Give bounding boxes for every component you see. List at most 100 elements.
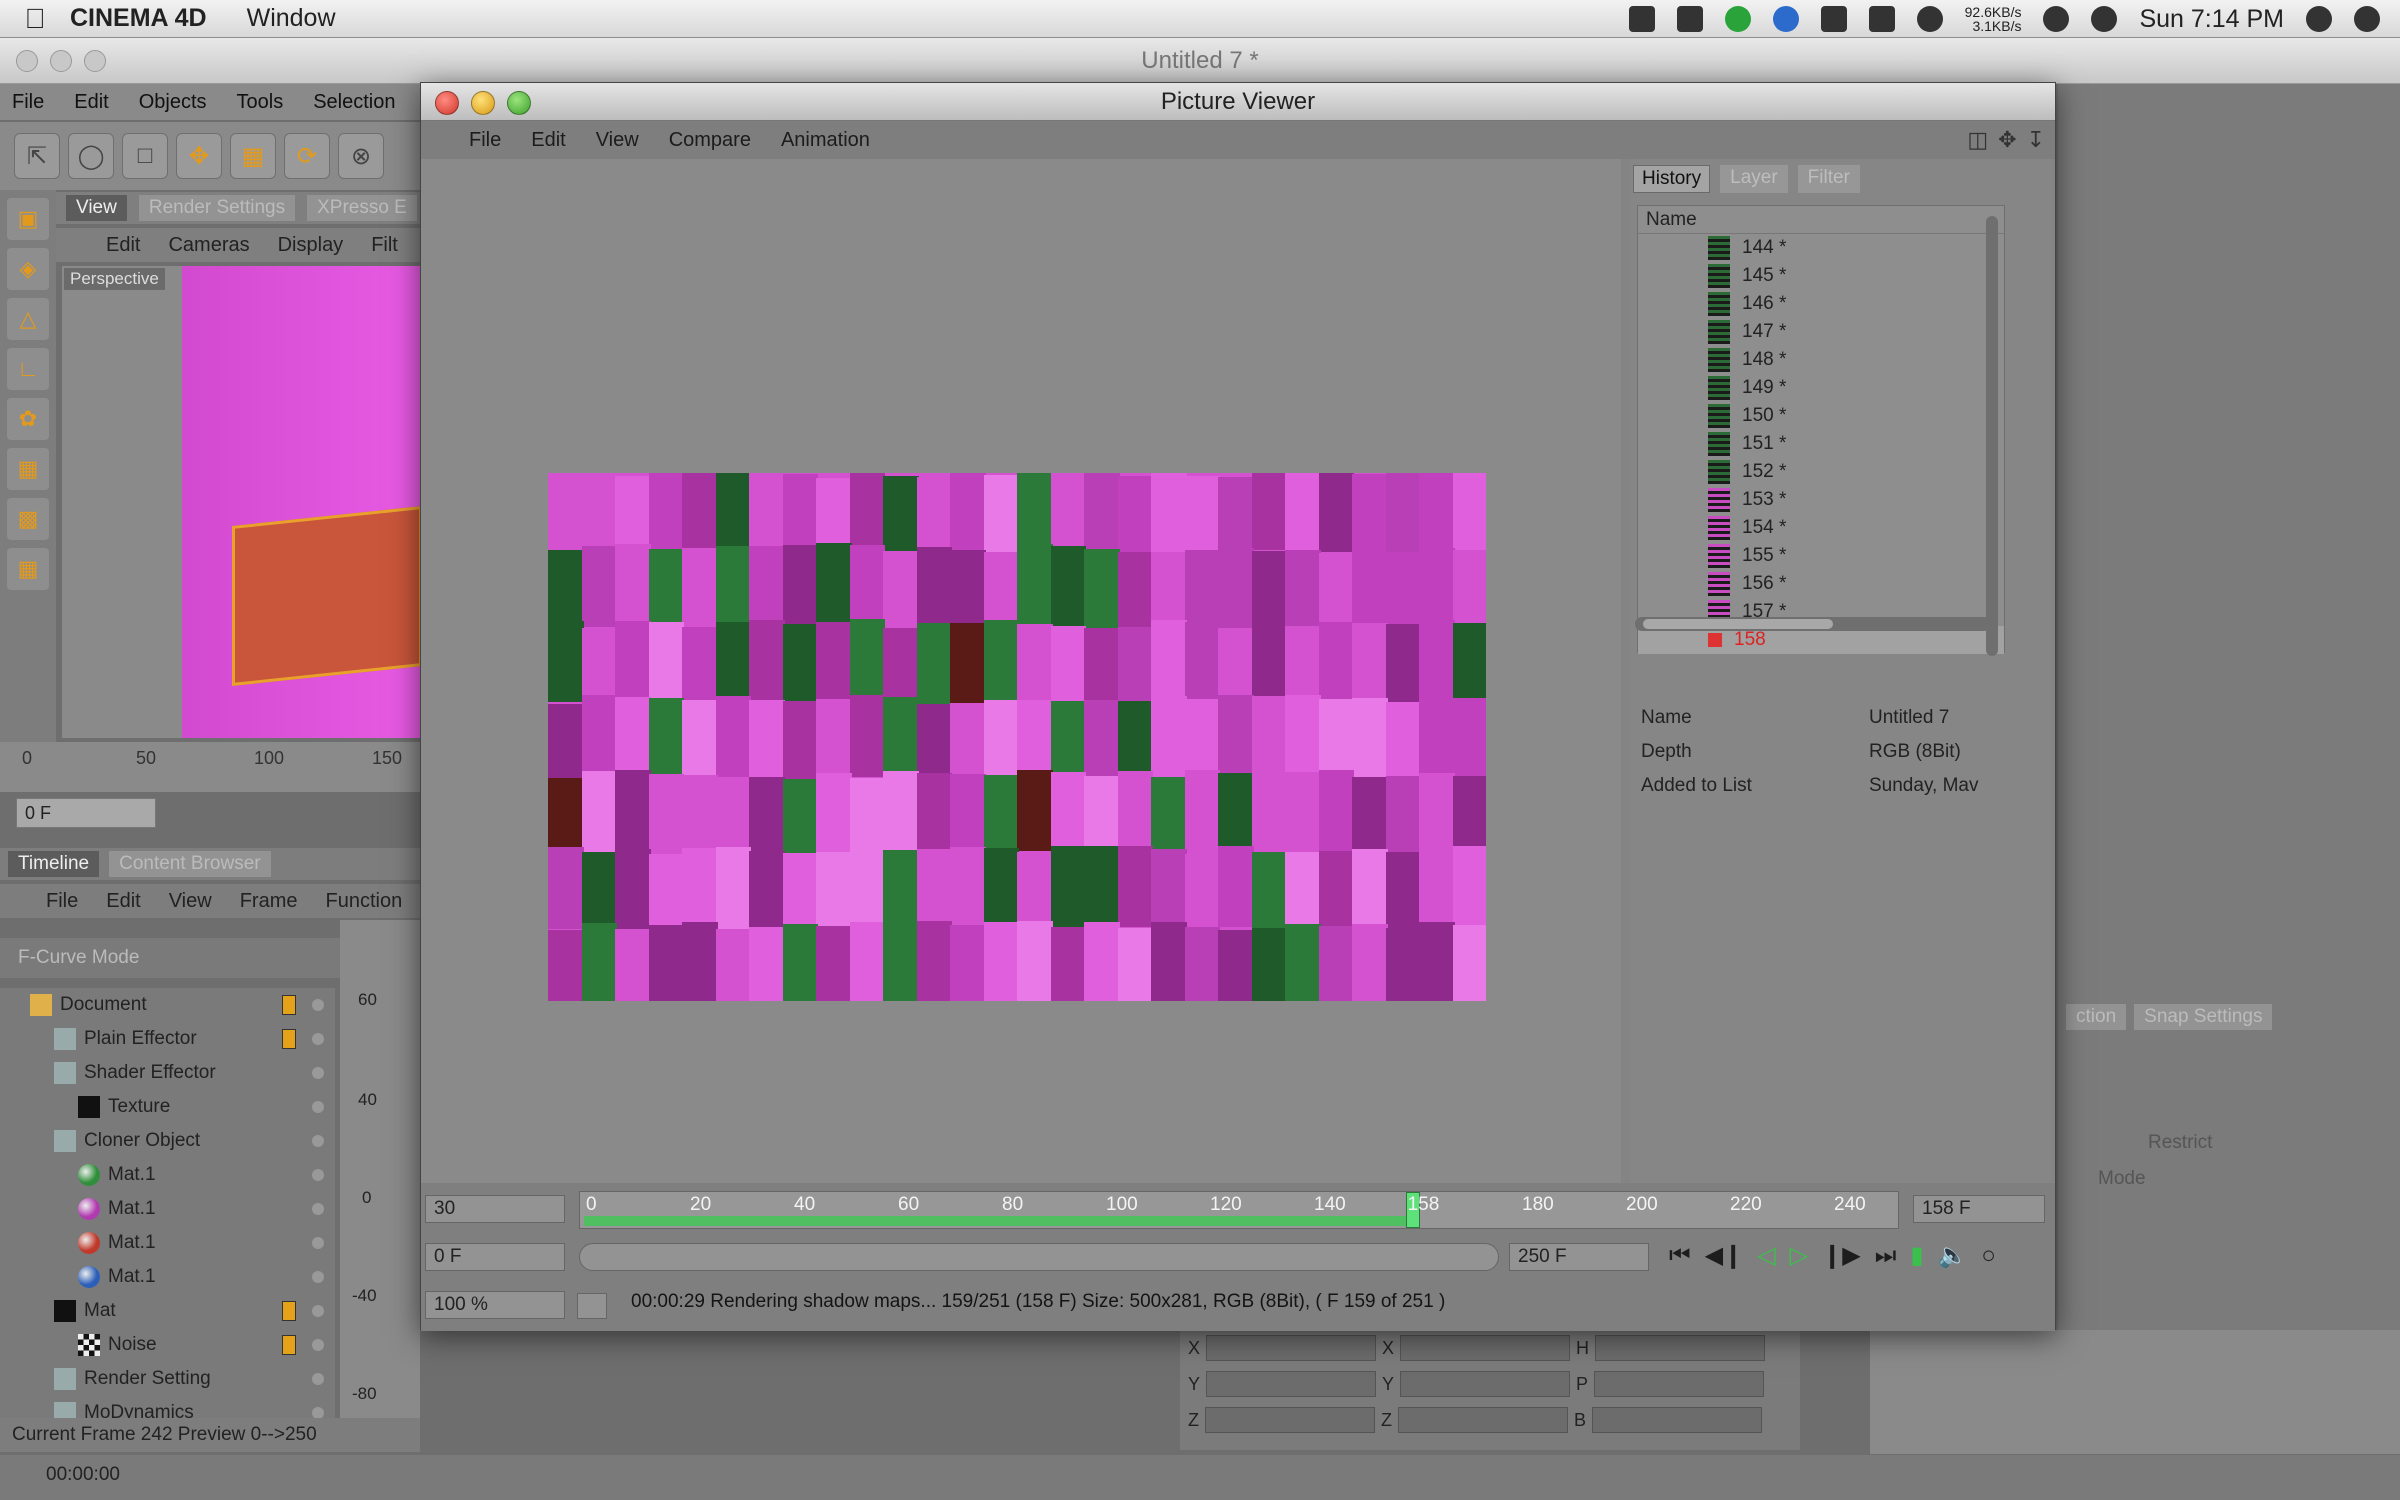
step-forward-icon[interactable]: ❙▶: [1822, 1241, 1861, 1270]
size-z-field[interactable]: [1398, 1407, 1568, 1433]
rot-b-field[interactable]: [1592, 1407, 1763, 1433]
tree-item[interactable]: Cloner Object: [0, 1124, 335, 1158]
minimize-window-button[interactable]: [50, 50, 72, 72]
history-item[interactable]: 148 *: [1638, 346, 2004, 374]
live-selection-icon[interactable]: ◯: [68, 133, 114, 179]
x-axis-lock-icon[interactable]: ⊗: [338, 133, 384, 179]
app-menu[interactable]: CINEMA 4D: [70, 4, 207, 33]
rot-h-field[interactable]: [1595, 1335, 1766, 1361]
tab-layer[interactable]: Layer: [1720, 165, 1788, 193]
lock-icon[interactable]: [1868, 6, 1895, 32]
tab-history[interactable]: History: [1633, 165, 1711, 193]
tab-timeline[interactable]: Timeline: [8, 851, 100, 877]
axis-mode-icon[interactable]: △: [7, 298, 49, 340]
tab-view[interactable]: View: [66, 195, 127, 221]
track-lock-icon[interactable]: [282, 1029, 296, 1049]
tree-item[interactable]: Texture: [0, 1090, 335, 1124]
visibility-dot[interactable]: [312, 1339, 324, 1351]
tree-item[interactable]: Mat.1: [0, 1158, 335, 1192]
step-back-icon[interactable]: ◀❙: [1705, 1241, 1744, 1270]
tree-item[interactable]: Mat.1: [0, 1192, 335, 1226]
current-frame-field[interactable]: 0 F: [16, 798, 156, 828]
rectangle-selection-icon[interactable]: □: [122, 133, 168, 179]
visibility-dot[interactable]: [312, 1135, 324, 1147]
camera-icon[interactable]: [1628, 6, 1655, 32]
tree-item[interactable]: Plain Effector: [0, 1022, 335, 1056]
coord-x-field[interactable]: [1206, 1335, 1377, 1361]
history-item[interactable]: 153 *: [1638, 486, 2004, 514]
zoom-window-button[interactable]: [84, 50, 106, 72]
tree-item[interactable]: Mat.1: [0, 1260, 335, 1294]
dropbox-icon[interactable]: [1676, 6, 1703, 32]
vp-menu-edit[interactable]: Edit: [106, 234, 140, 257]
vp-menu-cameras[interactable]: Cameras: [168, 234, 249, 257]
pv-menu-animation[interactable]: Animation: [781, 129, 870, 152]
preview-range-slider[interactable]: [579, 1243, 1499, 1271]
tl-menu-frame[interactable]: Frame: [240, 890, 298, 913]
refresh-icon[interactable]: [2043, 6, 2070, 32]
spotlight-icon[interactable]: [2354, 6, 2380, 32]
vp-menu-filter[interactable]: Filt: [371, 234, 398, 257]
layout-toggle-icon[interactable]: ◫: [1967, 127, 1988, 153]
rotate-tool-icon[interactable]: ⟳: [284, 133, 330, 179]
play-backward-icon[interactable]: ◁: [1757, 1241, 1775, 1270]
tab-content-browser[interactable]: Content Browser: [109, 851, 271, 877]
visibility-dot[interactable]: [312, 1101, 324, 1113]
zoom-field[interactable]: 100 %: [425, 1291, 565, 1319]
menu-file[interactable]: File: [12, 91, 44, 114]
visibility-dot[interactable]: [312, 1305, 324, 1317]
menu-tools[interactable]: Tools: [237, 91, 284, 114]
model-mode-icon[interactable]: ▣: [7, 198, 49, 240]
tl-menu-function[interactable]: Function: [326, 890, 403, 913]
options-icon[interactable]: ○: [1981, 1242, 1996, 1270]
visibility-dot[interactable]: [312, 1067, 324, 1079]
fps-field[interactable]: 30: [425, 1195, 565, 1223]
tl-menu-file[interactable]: File: [46, 890, 78, 913]
pv-menu-file[interactable]: File: [469, 129, 501, 152]
history-item[interactable]: 150 *: [1638, 402, 2004, 430]
tree-item[interactable]: Render Setting: [0, 1362, 335, 1396]
track-lock-icon[interactable]: [282, 995, 296, 1015]
track-lock-icon[interactable]: [282, 1335, 296, 1355]
history-item[interactable]: 147 *: [1638, 318, 2004, 346]
tree-item[interactable]: Mat.1: [0, 1226, 335, 1260]
history-item[interactable]: 144 *: [1638, 234, 2004, 262]
clock-app-icon[interactable]: [1772, 6, 1799, 32]
start-frame-field[interactable]: 0 F: [425, 1243, 565, 1271]
play-forward-icon[interactable]: ▷: [1790, 1241, 1808, 1270]
close-window-button[interactable]: [16, 50, 38, 72]
menu-selection[interactable]: Selection: [313, 91, 395, 114]
minimize-button[interactable]: [471, 91, 495, 115]
zoom-button[interactable]: [507, 91, 531, 115]
headphones-icon[interactable]: [2091, 6, 2118, 32]
visibility-dot[interactable]: [312, 1271, 324, 1283]
collapse-icon[interactable]: ↧: [2027, 127, 2045, 153]
go-to-end-icon[interactable]: ⏭: [1875, 1242, 1897, 1270]
viewport-timeline-ruler[interactable]: 0 50 100 150: [0, 742, 420, 792]
window-menu[interactable]: Window: [247, 4, 336, 33]
workplane-icon[interactable]: ∟: [7, 348, 49, 390]
end-frame-field[interactable]: 250 F: [1509, 1243, 1649, 1271]
coord-z-field[interactable]: [1205, 1407, 1375, 1433]
scroll-thumb[interactable]: [1643, 619, 1833, 629]
checker-icon[interactable]: ▦: [7, 548, 49, 590]
size-y-field[interactable]: [1400, 1371, 1571, 1397]
tab-filter[interactable]: Filter: [1797, 165, 1860, 193]
tab-render-settings[interactable]: Render Settings: [138, 195, 296, 221]
tree-item[interactable]: Document: [0, 988, 335, 1022]
pan-icon[interactable]: ✥: [1998, 127, 2016, 153]
history-item[interactable]: 151 *: [1638, 430, 2004, 458]
go-to-start-icon[interactable]: ⏮: [1669, 1242, 1691, 1270]
visibility-dot[interactable]: [312, 1237, 324, 1249]
tl-menu-view[interactable]: View: [169, 890, 212, 913]
history-item[interactable]: 149 *: [1638, 374, 2004, 402]
close-button[interactable]: [435, 91, 459, 115]
eject-icon[interactable]: [1820, 6, 1847, 32]
zoom-reset-icon[interactable]: [577, 1293, 607, 1319]
fcurve-graph[interactable]: 60 40 0 -40 -80: [340, 920, 420, 1418]
texture-mode-icon[interactable]: ◈: [7, 248, 49, 290]
scale-tool-icon[interactable]: ▦: [230, 133, 276, 179]
menubar-clock[interactable]: Sun 7:14 PM: [2139, 5, 2284, 34]
sound-icon[interactable]: 🔈: [1938, 1241, 1968, 1270]
visibility-dot[interactable]: [312, 1169, 324, 1181]
